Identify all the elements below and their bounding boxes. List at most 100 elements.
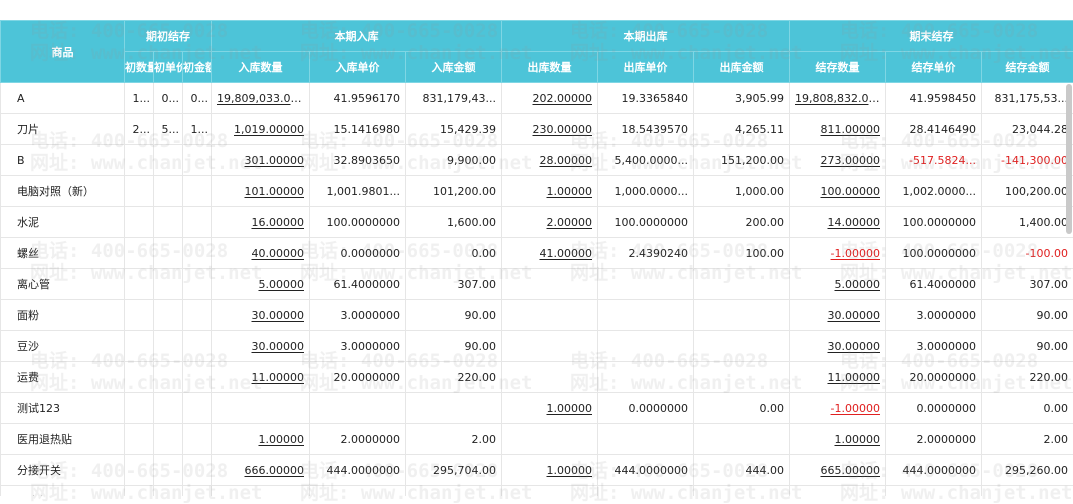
- header-inbound-price[interactable]: 入库单价: [310, 52, 406, 83]
- closing-price-cell: 2.0000000: [886, 424, 982, 455]
- outbound-qty-link[interactable]: 2.00000: [547, 216, 593, 229]
- inbound-qty-link[interactable]: 30.00000: [252, 340, 305, 353]
- opening-amount-cell: [183, 269, 212, 300]
- inbound-price-value: 32.8903650: [334, 154, 400, 167]
- inbound-qty-link[interactable]: 40.00000: [252, 247, 305, 260]
- inbound-amount-cell: 101,200.00: [406, 176, 502, 207]
- closing-qty-cell: 1.00000: [790, 424, 886, 455]
- opening-qty-cell: 1...: [125, 83, 154, 114]
- header-inbound-amount[interactable]: 入库金额: [406, 52, 502, 83]
- product-name-cell: 电脑对照（新）: [1, 176, 125, 207]
- opening-price-cell: [154, 269, 183, 300]
- table-row[interactable]: A1...0...0...19,809,033.06341.9596170831…: [1, 83, 1073, 114]
- closing-qty-link[interactable]: -1.00000: [831, 247, 880, 260]
- outbound-price-cell: 444.0000000: [598, 455, 694, 486]
- outbound-qty-link[interactable]: 1.00000: [547, 464, 593, 477]
- closing-qty-link[interactable]: 273.00000: [821, 154, 881, 167]
- outbound-qty-cell: [502, 362, 598, 393]
- inbound-qty-link[interactable]: 16.00000: [252, 216, 305, 229]
- product-name-cell: 运费: [1, 362, 125, 393]
- closing-price-cell: 1,002.0000...: [886, 176, 982, 207]
- opening-price-cell: [154, 207, 183, 238]
- closing-price-cell: 444.0000000: [886, 455, 982, 486]
- table-row[interactable]: 测试1231.000000.00000000.00-1.000000.00000…: [1, 393, 1073, 424]
- header-opening-price[interactable]: 初单价: [154, 52, 183, 83]
- outbound-qty-link[interactable]: 41.00000: [540, 247, 593, 260]
- closing-amount-value: 307.00: [1030, 278, 1069, 291]
- table-row[interactable]: 运费11.0000020.0000000220.0011.0000020.000…: [1, 362, 1073, 393]
- table-row[interactable]: 面粉30.000003.000000090.0030.000003.000000…: [1, 300, 1073, 331]
- inbound-amount-cell: 0.00: [406, 238, 502, 269]
- closing-qty-link[interactable]: 5.00000: [835, 278, 881, 291]
- header-closing-qty[interactable]: 结存数量: [790, 52, 886, 83]
- table-row[interactable]: 螺丝40.000000.00000000.0041.000002.4390240…: [1, 238, 1073, 269]
- opening-price-cell: [154, 455, 183, 486]
- outbound-qty-cell: [502, 486, 598, 497]
- inbound-qty-cell: [212, 393, 310, 424]
- closing-qty-link[interactable]: 30.00000: [828, 340, 881, 353]
- header-outbound-price[interactable]: 出库单价: [598, 52, 694, 83]
- product-name-cell: 豆沙: [1, 331, 125, 362]
- closing-qty-link[interactable]: 665.00000: [821, 464, 881, 477]
- inbound-amount-cell: 220.00: [406, 362, 502, 393]
- closing-qty-link[interactable]: -1.00000: [831, 402, 880, 415]
- closing-qty-link[interactable]: 30.00000: [828, 309, 881, 322]
- closing-qty-link[interactable]: 811.00000: [821, 123, 881, 136]
- outbound-amount-value: 151,200.00: [721, 154, 784, 167]
- header-closing-price[interactable]: 结存单价: [886, 52, 982, 83]
- table-row[interactable]: 电脑对照（新）101.000001,001.9801...101,200.001…: [1, 176, 1073, 207]
- table-row[interactable]: 豆沙30.000003.000000090.0030.000003.000000…: [1, 331, 1073, 362]
- table-row[interactable]: 分接开关666.00000444.0000000295,704.001.0000…: [1, 455, 1073, 486]
- inbound-qty-link[interactable]: 1,019.00000: [234, 123, 304, 136]
- inbound-qty-link[interactable]: 11.00000: [252, 371, 305, 384]
- closing-qty-link[interactable]: 100.00000: [821, 185, 881, 198]
- table-row[interactable]: B301.0000032.89036509,900.0028.000005,40…: [1, 145, 1073, 176]
- inbound-amount-value: 831,179,43...: [423, 92, 496, 105]
- product-name-value: A: [17, 92, 25, 105]
- closing-price-cell: -517.5824...: [886, 145, 982, 176]
- outbound-qty-link[interactable]: 1.00000: [547, 402, 593, 415]
- inbound-price-cell: 2.0000000: [310, 424, 406, 455]
- inbound-qty-link[interactable]: 5.00000: [259, 278, 305, 291]
- inbound-price-cell: 444.0000000: [310, 455, 406, 486]
- inbound-qty-cell: 1.00000: [212, 424, 310, 455]
- opening-price-cell: 5...: [154, 114, 183, 145]
- header-outbound-qty[interactable]: 出库数量: [502, 52, 598, 83]
- vertical-scrollbar-thumb[interactable]: [1066, 84, 1072, 234]
- outbound-qty-link[interactable]: 202.00000: [533, 92, 593, 105]
- closing-price-value: 3.0000000: [917, 309, 977, 322]
- outbound-qty-link[interactable]: 1.00000: [547, 185, 593, 198]
- header-opening-qty[interactable]: 初数量: [125, 52, 154, 83]
- opening-qty-cell: [125, 207, 154, 238]
- outbound-qty-cell: 1.00000: [502, 393, 598, 424]
- header-product[interactable]: 商品: [1, 21, 125, 83]
- table-row[interactable]: 刀片2...5...1...1,019.0000015.141698015,42…: [1, 114, 1073, 145]
- closing-qty-link[interactable]: 11.00000: [828, 371, 881, 384]
- closing-amount-cell: 90.00: [982, 331, 1073, 362]
- inbound-qty-link[interactable]: 101.00000: [245, 185, 305, 198]
- inbound-qty-link[interactable]: 30.00000: [252, 309, 305, 322]
- table-row[interactable]: 显内杆55.0000046.40000002,552.0055.0000046.…: [1, 486, 1073, 497]
- inbound-amount-value: 9,900.00: [447, 154, 496, 167]
- inbound-qty-link[interactable]: 19,809,033.063: [217, 92, 304, 105]
- inbound-amount-cell: 831,179,43...: [406, 83, 502, 114]
- opening-price-cell: [154, 331, 183, 362]
- header-inbound-qty[interactable]: 入库数量: [212, 52, 310, 83]
- inbound-qty-link[interactable]: 1.00000: [259, 433, 305, 446]
- table-row[interactable]: 水泥16.00000100.00000001,600.002.00000100.…: [1, 207, 1073, 238]
- inbound-qty-link[interactable]: 301.00000: [245, 154, 305, 167]
- closing-qty-link[interactable]: 1.00000: [835, 433, 881, 446]
- closing-qty-link[interactable]: 14.00000: [828, 216, 881, 229]
- inbound-qty-link[interactable]: 666.00000: [245, 464, 305, 477]
- outbound-qty-link[interactable]: 230.00000: [533, 123, 593, 136]
- header-closing-amount[interactable]: 结存金额: [982, 52, 1073, 83]
- inbound-qty-cell: 101.00000: [212, 176, 310, 207]
- table-row[interactable]: 离心管5.0000061.4000000307.005.0000061.4000…: [1, 269, 1073, 300]
- outbound-qty-link[interactable]: 28.00000: [540, 154, 593, 167]
- header-outbound-amount[interactable]: 出库金额: [694, 52, 790, 83]
- closing-qty-link[interactable]: 19,808,832.063: [795, 92, 882, 105]
- opening-amount-cell: [183, 207, 212, 238]
- closing-qty-cell: 30.00000: [790, 300, 886, 331]
- table-row[interactable]: 医用退热贴1.000002.00000002.001.000002.000000…: [1, 424, 1073, 455]
- header-opening-amount[interactable]: 初金额: [183, 52, 212, 83]
